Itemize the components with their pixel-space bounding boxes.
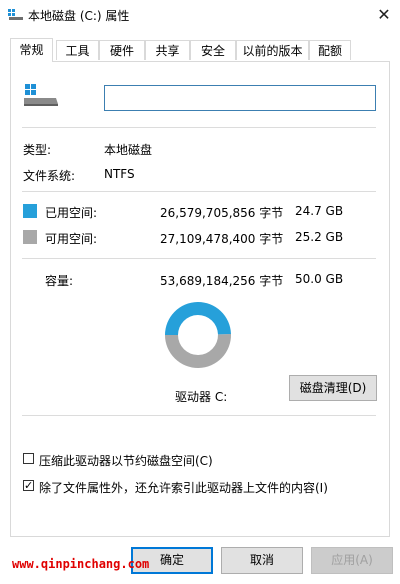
- filesystem-value: NTFS: [104, 167, 135, 181]
- disk-cleanup-button[interactable]: 磁盘清理(D): [289, 375, 377, 401]
- divider: [22, 127, 376, 128]
- cancel-button[interactable]: 取消: [221, 547, 303, 574]
- filesystem-label: 文件系统:: [23, 169, 76, 183]
- divider: [22, 191, 376, 192]
- disk-usage-chart: [165, 301, 231, 368]
- drive-icon: [24, 84, 58, 106]
- index-drive-label: 除了文件属性外，还允许索引此驱动器上文件的内容(I): [39, 481, 328, 495]
- tab-general[interactable]: 常规: [10, 38, 53, 62]
- tab-tools[interactable]: 工具: [56, 40, 99, 60]
- compress-drive-label: 压缩此驱动器以节约磁盘空间(C): [39, 454, 213, 468]
- tab-quota[interactable]: 配额: [309, 40, 351, 60]
- divider: [22, 258, 376, 259]
- index-drive-checkbox[interactable]: ✓: [23, 480, 34, 491]
- used-space-label: 已用空间:: [45, 206, 98, 220]
- free-space-label: 可用空间:: [45, 232, 98, 246]
- drive-label: 驱动器 C:: [175, 390, 228, 404]
- used-space-bytes: 26,579,705,856 字节: [160, 206, 284, 220]
- tab-sharing[interactable]: 共享: [145, 40, 190, 60]
- divider: [22, 415, 376, 416]
- tab-security[interactable]: 安全: [190, 40, 236, 60]
- tab-previous-versions[interactable]: 以前的版本: [236, 40, 309, 60]
- used-space-size: 24.7 GB: [295, 204, 344, 218]
- drive-name-input[interactable]: [104, 85, 376, 111]
- check-icon: ✓: [24, 479, 34, 492]
- compress-drive-checkbox[interactable]: [23, 453, 34, 464]
- free-space-bytes: 27,109,478,400 字节: [160, 232, 284, 246]
- free-space-size: 25.2 GB: [295, 230, 344, 244]
- used-space-segment: [165, 301, 231, 335]
- capacity-bytes: 53,689,184,256 字节: [160, 274, 284, 288]
- free-space-segment: [165, 333, 231, 368]
- type-label: 类型:: [23, 143, 52, 157]
- window-title: 本地磁盘 (C:) 属性: [28, 9, 130, 23]
- tab-hardware[interactable]: 硬件: [99, 40, 145, 60]
- capacity-size: 50.0 GB: [295, 272, 344, 286]
- free-space-swatch: [23, 230, 37, 244]
- watermark: www.qinpinchang.com: [12, 557, 150, 571]
- used-space-swatch: [23, 204, 37, 218]
- capacity-label: 容量:: [45, 274, 74, 288]
- tab-strip: 常规 工具 硬件 共享 安全 以前的版本 配额: [10, 38, 390, 62]
- close-icon[interactable]: ✕: [370, 3, 398, 27]
- apply-button[interactable]: 应用(A): [311, 547, 393, 574]
- title-bar: 本地磁盘 (C:) 属性 ✕: [0, 0, 400, 30]
- type-value: 本地磁盘: [104, 143, 153, 157]
- drive-icon: [8, 9, 23, 20]
